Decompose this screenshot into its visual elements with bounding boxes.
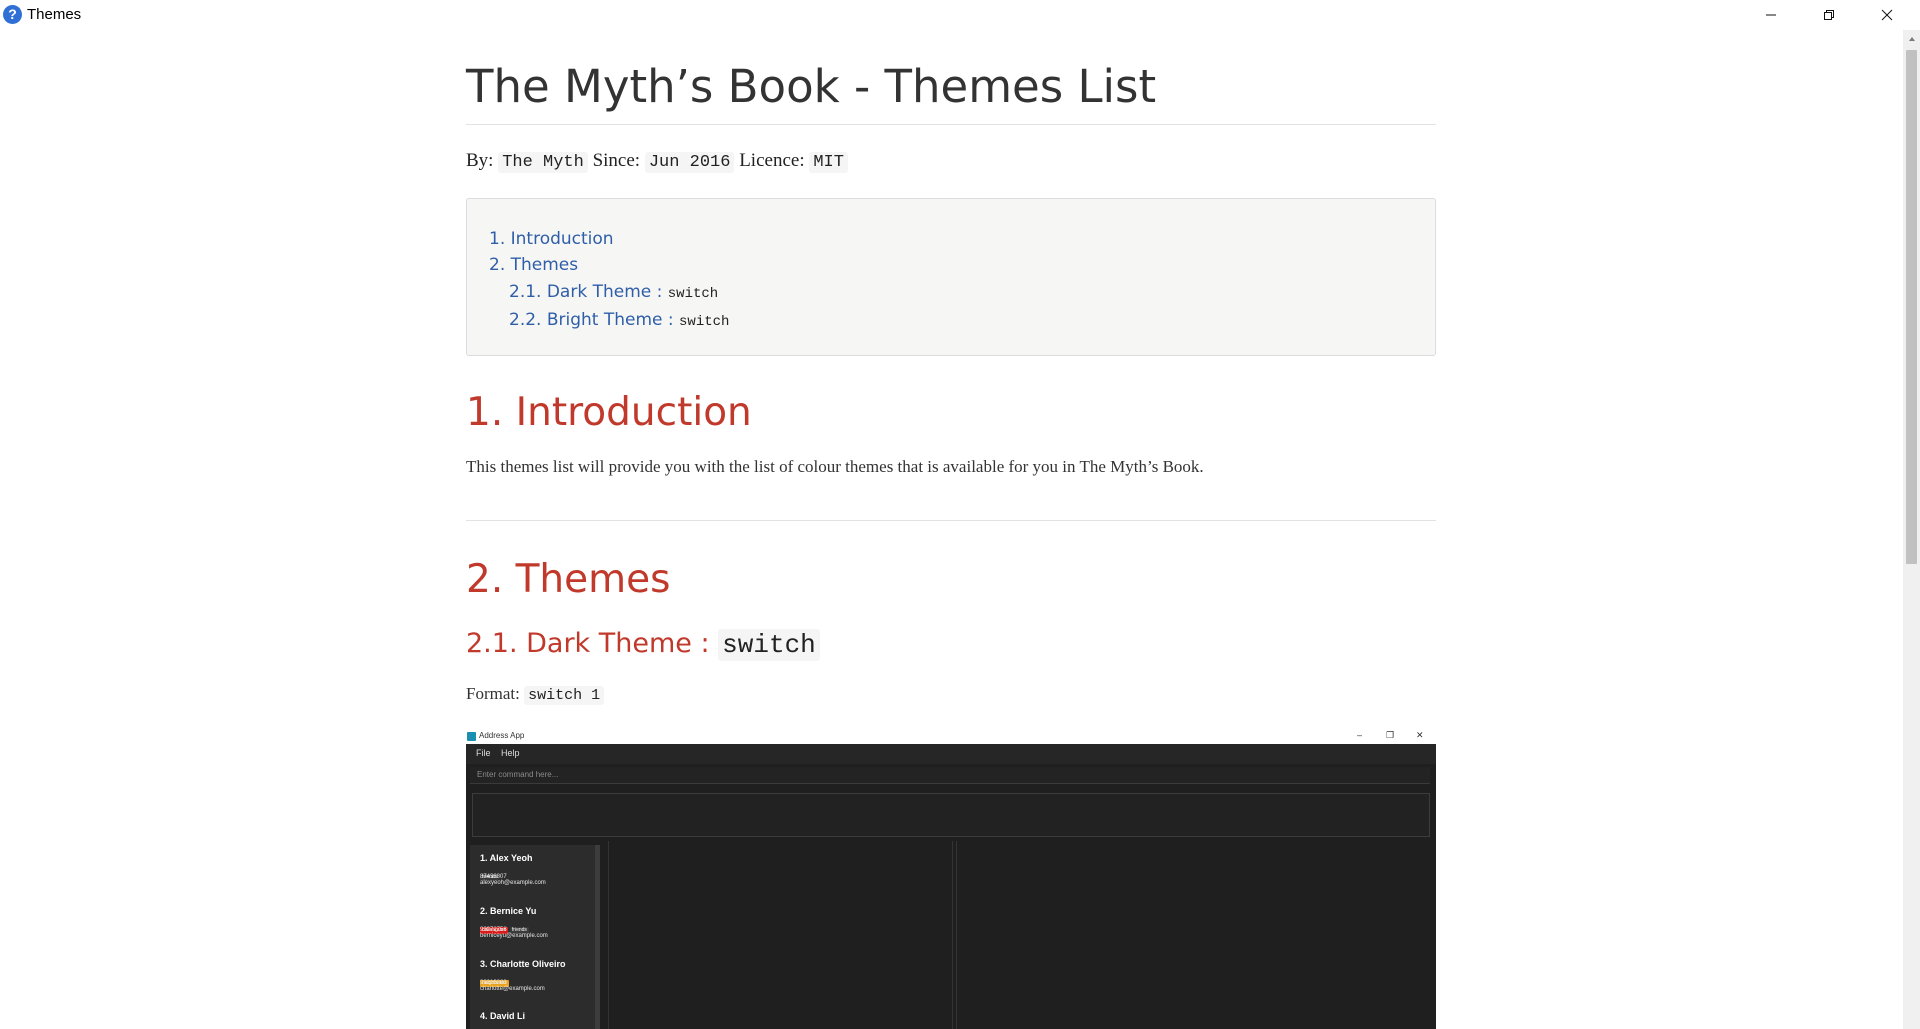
- restore-button[interactable]: [1800, 0, 1858, 30]
- person-tags: friends: [480, 865, 546, 881]
- format-line: Format: switch 1: [466, 684, 605, 705]
- screenshot-right-pane: [956, 841, 1427, 1029]
- screenshot-command-placeholder: Enter command here...: [477, 770, 559, 779]
- toc-link-introduction[interactable]: 1. Introduction: [489, 229, 614, 249]
- person-name: 4. David Li: [480, 1011, 526, 1021]
- minimize-icon: –: [1357, 730, 1363, 740]
- help-icon: ?: [3, 5, 22, 24]
- licence-label: Licence:: [739, 150, 805, 171]
- page-title: The Myth’s Book - Themes List: [466, 60, 1157, 113]
- document-meta: By: The Myth Since: Jun 2016 Licence: MI…: [466, 150, 848, 173]
- dark-theme-screenshot: Address App – ❐ ✕ File Help Enter comman…: [466, 729, 1436, 1029]
- screenshot-center-pane: [608, 841, 953, 1029]
- toc-link-dark-theme[interactable]: 2.1. Dark Theme : switch: [509, 282, 718, 302]
- screenshot-person-card: 3. Charlotte Oliveiro neighbours 93210283 c…: [480, 959, 566, 992]
- person-name: 3. Charlotte Oliveiro: [480, 959, 566, 969]
- toc-link-code: switch: [667, 286, 719, 302]
- person-name: 1. Alex Yeoh: [480, 853, 533, 863]
- title-divider: [466, 124, 1436, 125]
- restore-icon: [1824, 10, 1834, 20]
- toc-link-themes[interactable]: 2. Themes: [489, 255, 578, 275]
- table-of-contents: 1. Introduction 2. Themes 2.1. Dark Them…: [466, 198, 1436, 356]
- introduction-text: This themes list will provide you with t…: [466, 457, 1204, 476]
- screenshot-person-card: 2. Bernice Yu colleagues friends 99272758 be…: [480, 906, 548, 939]
- person-email: alexyeoh@example.com: [480, 880, 546, 886]
- screenshot-list-scrollbar: [595, 845, 600, 1029]
- screenshot-menu-bar: File Help: [466, 744, 1436, 764]
- person-tags: colleagues friends: [480, 918, 548, 934]
- scroll-up-button[interactable]: [1903, 30, 1920, 47]
- vertical-scrollbar[interactable]: [1903, 30, 1920, 1029]
- person-email: charlotte@example.com: [480, 986, 545, 992]
- app-icon: [467, 732, 476, 741]
- close-icon: ✕: [1416, 730, 1424, 740]
- licence-value: MIT: [809, 152, 848, 173]
- screenshot-person-card: 4. David Li: [480, 1011, 525, 1029]
- screenshot-person-list: 1. Alex Yeoh friends 87438807 alexyeoh@exam…: [470, 845, 600, 1029]
- scrollbar-thumb[interactable]: [1906, 50, 1917, 564]
- close-button[interactable]: [1858, 0, 1916, 30]
- toc-link-label: 2.1. Dark Theme :: [509, 282, 663, 302]
- dark-theme-heading-text: 2.1. Dark Theme :: [466, 628, 710, 659]
- dark-theme-heading: 2.1. Dark Theme : switch: [466, 628, 820, 661]
- screenshot-menu-file: File: [476, 748, 491, 758]
- themes-heading: 2. Themes: [466, 557, 671, 602]
- toc-link-bright-theme[interactable]: 2.2. Bright Theme : switch: [509, 310, 729, 330]
- person-tags: neighbours: [480, 971, 566, 987]
- introduction-heading: 1. Introduction: [466, 390, 752, 435]
- dark-theme-heading-code: switch: [718, 629, 820, 661]
- toc-link-label: 2. Themes: [489, 255, 579, 275]
- screenshot-person-card: 1. Alex Yeoh friends 87438807 alexyeoh@exam…: [480, 853, 546, 886]
- chevron-up-icon: [1908, 36, 1915, 41]
- author-value: The Myth: [498, 152, 588, 173]
- screenshot-command-box: Enter command here...: [470, 767, 1430, 784]
- minimize-button[interactable]: [1742, 0, 1800, 30]
- screenshot-app-title: Address App: [479, 731, 525, 740]
- close-icon: [1881, 9, 1893, 21]
- section-divider: [466, 520, 1436, 521]
- author-label: By:: [466, 150, 494, 171]
- toc-link-label: 2.2. Bright Theme :: [509, 310, 674, 330]
- minimize-icon: [1766, 14, 1776, 16]
- toc-link-label: 1. Introduction: [489, 229, 614, 249]
- window-title: Themes: [27, 6, 82, 23]
- restore-icon: ❐: [1386, 730, 1395, 740]
- screenshot-title-bar: Address App – ❐ ✕: [466, 729, 1436, 744]
- window-title-bar: ? Themes: [0, 0, 1920, 30]
- since-label: Since:: [592, 150, 641, 171]
- format-code: switch 1: [524, 686, 605, 705]
- since-value: Jun 2016: [644, 152, 735, 173]
- person-email: berniceyu@example.com: [480, 933, 548, 939]
- format-label: Format:: [466, 684, 520, 703]
- screenshot-result-display: [472, 793, 1430, 837]
- screenshot-menu-help: Help: [501, 748, 520, 758]
- toc-link-code: switch: [679, 314, 730, 330]
- person-name: 2. Bernice Yu: [480, 906, 537, 916]
- person-tags: [480, 1023, 525, 1029]
